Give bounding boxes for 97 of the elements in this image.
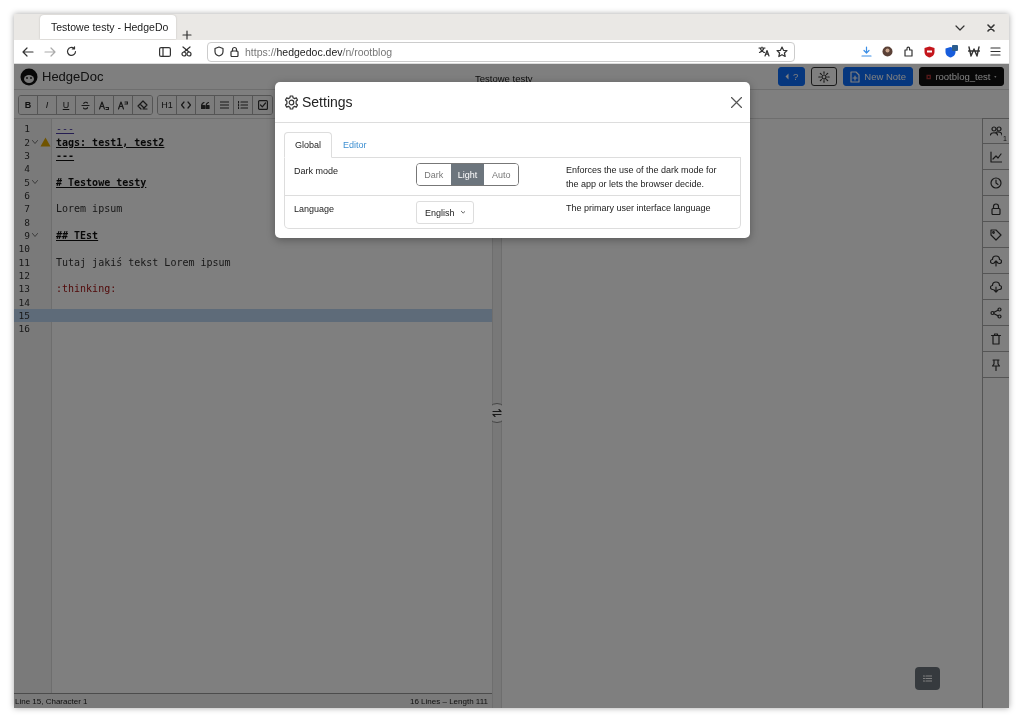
subscript-icon xyxy=(99,100,109,110)
table-of-contents-button[interactable] xyxy=(915,667,940,690)
settings-tab[interactable]: Editor xyxy=(332,132,378,158)
line-number: 5 xyxy=(23,176,30,188)
theme-option[interactable]: Light xyxy=(450,164,485,185)
reload-icon[interactable] xyxy=(66,46,77,57)
list-icon xyxy=(923,675,932,682)
line-text: ## TEst xyxy=(55,229,99,241)
lock-icon xyxy=(990,202,1002,215)
line-number: 7 xyxy=(23,203,30,215)
new-tab-icon[interactable] xyxy=(182,30,192,40)
superscript-icon xyxy=(118,100,128,110)
translate-icon[interactable] xyxy=(758,46,770,57)
tag-icon xyxy=(990,228,1002,241)
bold-button[interactable]: B xyxy=(19,96,38,114)
strikethrough-icon xyxy=(80,100,90,110)
line-text: --- xyxy=(55,149,75,161)
new-note-button[interactable]: New Note xyxy=(843,67,913,86)
setting-description: Enforces the use of the dark mode for the app or lets the browser decide. xyxy=(566,164,718,191)
line-number: 16 xyxy=(17,323,30,335)
line-number: 10 xyxy=(17,243,30,255)
fold-chevron-icon[interactable] xyxy=(32,233,38,238)
line-text: :thinking: xyxy=(55,283,117,295)
lock-icon[interactable] xyxy=(230,46,239,57)
url-text: https://hedgedoc.dev/n/rootblog xyxy=(245,45,393,58)
line-text: # Testowe testy xyxy=(55,176,147,188)
line-number: 3 xyxy=(23,149,30,161)
forward-icon xyxy=(44,46,56,57)
list-icon xyxy=(219,101,229,109)
line-text: tags: test1, test2 xyxy=(55,136,165,148)
quote-icon xyxy=(200,101,210,109)
line-number: 15 xyxy=(17,310,30,321)
sidebar-icon[interactable] xyxy=(159,46,171,57)
checkbox-icon xyxy=(257,100,268,110)
language-dropdown[interactable]: English xyxy=(416,201,474,224)
line-number: 4 xyxy=(23,163,30,175)
users-icon xyxy=(990,125,1002,137)
file-plus-icon xyxy=(850,70,861,83)
numbered-list-icon xyxy=(238,101,248,109)
cloud-upload-icon xyxy=(990,254,1002,267)
close-button[interactable] xyxy=(731,96,742,108)
line-number: 6 xyxy=(23,189,30,201)
shield-icon[interactable] xyxy=(214,46,224,57)
help-button[interactable]: ? xyxy=(778,67,806,86)
setting-label: Dark mode xyxy=(294,165,339,178)
cloud-download-icon xyxy=(990,280,1002,293)
line-number: 12 xyxy=(17,269,30,281)
swap-icon xyxy=(492,409,502,417)
pin-icon xyxy=(990,358,1002,371)
trash-icon xyxy=(990,332,1002,345)
line-number: 1 xyxy=(23,123,30,135)
shield-icon[interactable] xyxy=(924,45,935,58)
back-icon[interactable] xyxy=(22,46,34,57)
caret-icon xyxy=(785,73,789,80)
star-icon[interactable] xyxy=(776,45,788,58)
share-icon xyxy=(990,306,1002,319)
tab-title: Testowe testy - HedgeDo xyxy=(51,21,169,33)
line-number: 11 xyxy=(17,256,30,268)
document-stats: 16 Lines – Length 111 xyxy=(410,696,488,706)
w-icon[interactable] xyxy=(968,46,980,57)
cursor-position: Line 15, Character 1 xyxy=(15,696,88,706)
line-number: 8 xyxy=(23,216,30,228)
app-name: HedgeDoc xyxy=(42,69,104,84)
note-title: Testowe testy xyxy=(475,72,534,84)
settings-tab[interactable]: Global xyxy=(284,132,332,158)
close-icon[interactable] xyxy=(987,24,995,32)
line-text: Tutaj jakiś tekst Lorem ipsum xyxy=(55,256,231,268)
heading-button[interactable]: H1 xyxy=(158,96,177,114)
menu-icon[interactable] xyxy=(990,47,1001,56)
clock-icon xyxy=(990,176,1002,189)
line-number: 14 xyxy=(17,296,30,308)
hedgehog-logo-icon xyxy=(20,67,38,86)
line-text: --- xyxy=(55,123,75,135)
close-icon xyxy=(731,96,742,108)
chevron-down-icon[interactable] xyxy=(955,24,965,32)
line-number: 9 xyxy=(23,229,30,241)
shield-icon[interactable] xyxy=(945,45,958,58)
line-text: Lorem ipsum xyxy=(55,203,123,215)
settings-button[interactable] xyxy=(811,67,838,86)
dialog-title: Settings xyxy=(302,94,354,110)
fold-chevron-icon[interactable] xyxy=(32,140,38,144)
address-bar[interactable]: https://hedgedoc.dev/n/rootblog xyxy=(207,41,795,62)
eraser-icon xyxy=(137,100,148,110)
setting-description: The primary user interface language xyxy=(566,202,712,215)
chevron-down-icon xyxy=(460,210,465,215)
line-number: 13 xyxy=(17,283,30,295)
avatar-icon[interactable] xyxy=(882,46,893,57)
user-menu-button[interactable]: rootblog_test xyxy=(919,67,1004,86)
setting-label: Language xyxy=(294,203,336,216)
extensions-icon[interactable] xyxy=(903,46,914,57)
line-number: 2 xyxy=(23,136,30,148)
download-icon[interactable] xyxy=(861,46,872,57)
fold-chevron-icon[interactable] xyxy=(32,180,38,185)
browser-tab[interactable]: Testowe testy - HedgeDo xyxy=(40,15,176,39)
chart-icon xyxy=(990,150,1002,163)
code-icon xyxy=(181,101,191,109)
screenshot-icon[interactable] xyxy=(181,46,193,57)
